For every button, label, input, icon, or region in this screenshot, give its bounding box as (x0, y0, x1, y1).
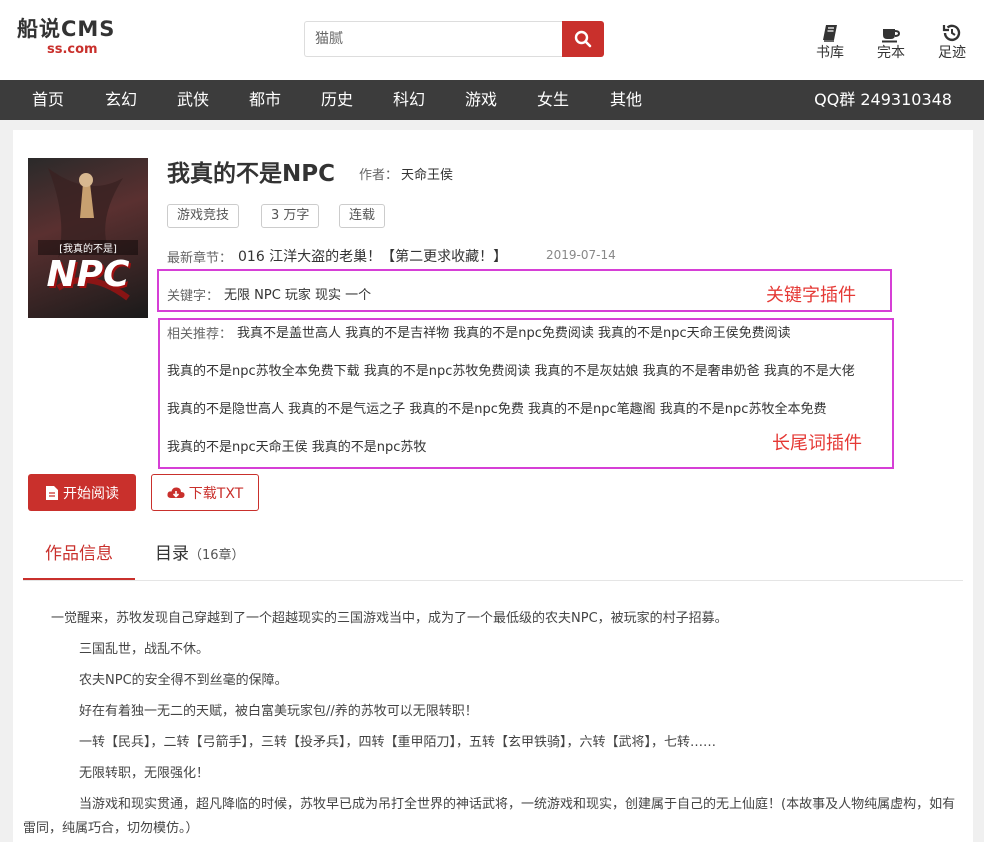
qq-group: QQ群 249310348 (814, 90, 952, 109)
nav-item-qita[interactable]: 其他 (610, 80, 642, 120)
keywords-label: 关键字： (167, 289, 220, 304)
tag-wordcount: 3 万字 (261, 204, 320, 228)
description-paragraph: 无限转职，无限强化！ (79, 766, 210, 781)
download-txt-label: 下载TXT (188, 485, 244, 502)
cloud-download-icon (167, 486, 185, 498)
logo-text: 船说CMS (17, 17, 116, 41)
book-cover: [我真的不是] NPC (28, 158, 148, 318)
keywords-value: 无限 NPC 玩家 现实 一个 (224, 288, 372, 303)
download-txt-button[interactable]: 下载TXT (151, 474, 259, 511)
latest-chapter-link[interactable]: 016 江洋大盗的老巢！【第二更求收藏！】 (238, 246, 507, 266)
related-line-2[interactable]: 我真的不是npc苏牧全本免费下载 我真的不是npc苏牧免费阅读 我真的不是灰姑娘… (167, 360, 855, 379)
description-paragraph: 一转【民兵】，二转【弓箭手】，三转【投矛兵】，四转【重甲陌刀】，五转【玄甲铁骑】… (79, 735, 717, 750)
description-paragraph: 三国乱世，战乱不休。 (79, 642, 210, 657)
search-input[interactable] (304, 21, 562, 57)
library-link[interactable]: 书库 (810, 22, 850, 62)
nav-item-xuanhuan[interactable]: 玄幻 (105, 80, 137, 120)
latest-chapter-date: 2019-07-14 (546, 248, 616, 262)
nav-item-dushi[interactable]: 都市 (249, 80, 281, 120)
tabs-divider (23, 580, 963, 581)
tag-category[interactable]: 游戏竞技 (167, 204, 240, 228)
longtail-plugin-annotation: 长尾词插件 (772, 433, 862, 454)
description-paragraph: 好在有着独一无二的天赋，被白富美玩家包//养的苏牧可以无限转职！ (79, 704, 478, 719)
finished-label: 完本 (877, 45, 905, 61)
nav-item-nvsheng[interactable]: 女生 (537, 80, 569, 120)
toc-count: （16章） (189, 548, 245, 563)
nav-item-youxi[interactable]: 游戏 (465, 80, 497, 120)
related-line-1[interactable]: 我真不是盖世高人 我真的不是吉祥物 我真的不是npc免费阅读 我真的不是npc天… (237, 322, 791, 341)
nav-item-home[interactable]: 首页 (32, 80, 64, 120)
nav-item-lishi[interactable]: 历史 (321, 80, 353, 120)
cover-subtitle: [我真的不是] (38, 240, 138, 255)
latest-chapter-label: 最新章节： (167, 251, 233, 266)
book-description: 一觉醒来，苏牧发现自己穿越到了一个超越现实的三国游戏当中，成为了一个最低级的农夫… (23, 603, 958, 841)
search-icon (574, 30, 592, 48)
tag-status: 连载 (339, 204, 386, 228)
logo-domain: ss.com (47, 42, 98, 57)
cover-title: NPC (46, 254, 130, 295)
book-title: 我真的不是NPC (167, 161, 335, 187)
start-reading-button[interactable]: 开始阅读 (28, 474, 136, 511)
toc-label: 目录 (155, 544, 189, 564)
main-nav: 首页 玄幻 武侠 都市 历史 科幻 游戏 女生 其他 QQ群 249310348 (0, 80, 984, 120)
description-paragraph: 农夫NPC的安全得不到丝毫的保障。 (79, 673, 288, 688)
keyword-plugin-annotation: 关键字插件 (766, 285, 856, 306)
history-label: 足迹 (938, 45, 966, 61)
history-icon (932, 22, 972, 44)
related-label: 相关推荐： (167, 327, 233, 342)
description-paragraph: 当游戏和现实贯通，超凡降临的时候，苏牧早已成为吊打全世界的神话武将，一统游戏和现… (23, 797, 956, 836)
description-paragraph: 一觉醒来，苏牧发现自己穿越到了一个超越现实的三国游戏当中，成为了一个最低级的农夫… (51, 611, 728, 626)
coffee-cup-icon (871, 22, 911, 44)
related-line-3[interactable]: 我真的不是隐世高人 我真的不是气运之子 我真的不是npc免费 我真的不是npc笔… (167, 398, 826, 417)
related-line-4[interactable]: 我真的不是npc天命王侯 我真的不是npc苏牧 (167, 436, 426, 455)
start-reading-label: 开始阅读 (63, 485, 119, 502)
author-name[interactable]: 天命王侯 (401, 164, 453, 183)
library-label: 书库 (816, 45, 844, 61)
history-link[interactable]: 足迹 (932, 22, 972, 62)
search-button[interactable] (562, 21, 604, 57)
finished-link[interactable]: 完本 (871, 22, 911, 62)
site-header: 船说CMS ss.com 书库 完本 足迹 (0, 0, 984, 80)
book-icon (810, 22, 850, 44)
author-label: 作者： (359, 168, 399, 183)
tab-book-info[interactable]: 作品信息 (23, 540, 135, 580)
tab-table-of-contents[interactable]: 目录（16章） (155, 540, 245, 580)
document-icon (46, 485, 58, 500)
nav-item-kehuan[interactable]: 科幻 (393, 80, 425, 120)
nav-item-wuxia[interactable]: 武侠 (177, 80, 209, 120)
site-logo[interactable]: 船说CMS ss.com (17, 16, 115, 58)
